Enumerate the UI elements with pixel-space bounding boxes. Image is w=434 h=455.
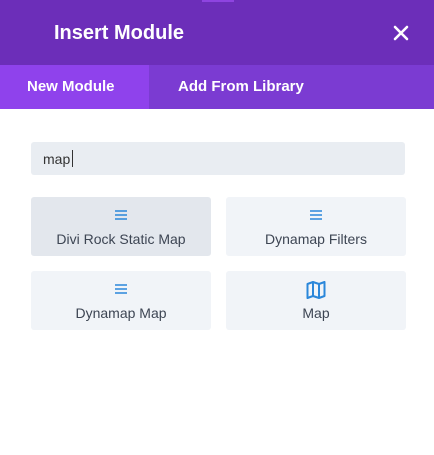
close-icon [393, 25, 409, 41]
close-button[interactable] [388, 22, 414, 44]
tab-add-from-library[interactable]: Add From Library [149, 65, 434, 109]
list-icon [115, 284, 127, 294]
module-card-dynamap-filters[interactable]: Dynamap Filters [226, 197, 406, 256]
module-label: Map [302, 305, 330, 321]
module-label: Divi Rock Static Map [56, 231, 186, 247]
module-card-map[interactable]: Map [226, 271, 406, 330]
modal-title: Insert Module [54, 22, 185, 44]
insert-module-modal: Insert Module New Module Add From Librar… [0, 0, 434, 455]
modal-header: Insert Module [0, 0, 434, 65]
map-icon [306, 280, 326, 299]
module-card-dynamap-map[interactable]: Dynamap Map [31, 271, 211, 330]
tab-new-module[interactable]: New Module [0, 65, 149, 109]
list-icon [310, 210, 322, 220]
list-icon [115, 210, 127, 220]
search-input[interactable] [31, 142, 405, 175]
module-card-divi-rock-static-map[interactable]: Divi Rock Static Map [31, 197, 211, 256]
tab-bar: New Module Add From Library [0, 65, 434, 109]
module-label: Dynamap Map [75, 305, 167, 321]
text-cursor [72, 150, 73, 167]
header-accent [202, 0, 234, 2]
module-label: Dynamap Filters [265, 231, 367, 247]
